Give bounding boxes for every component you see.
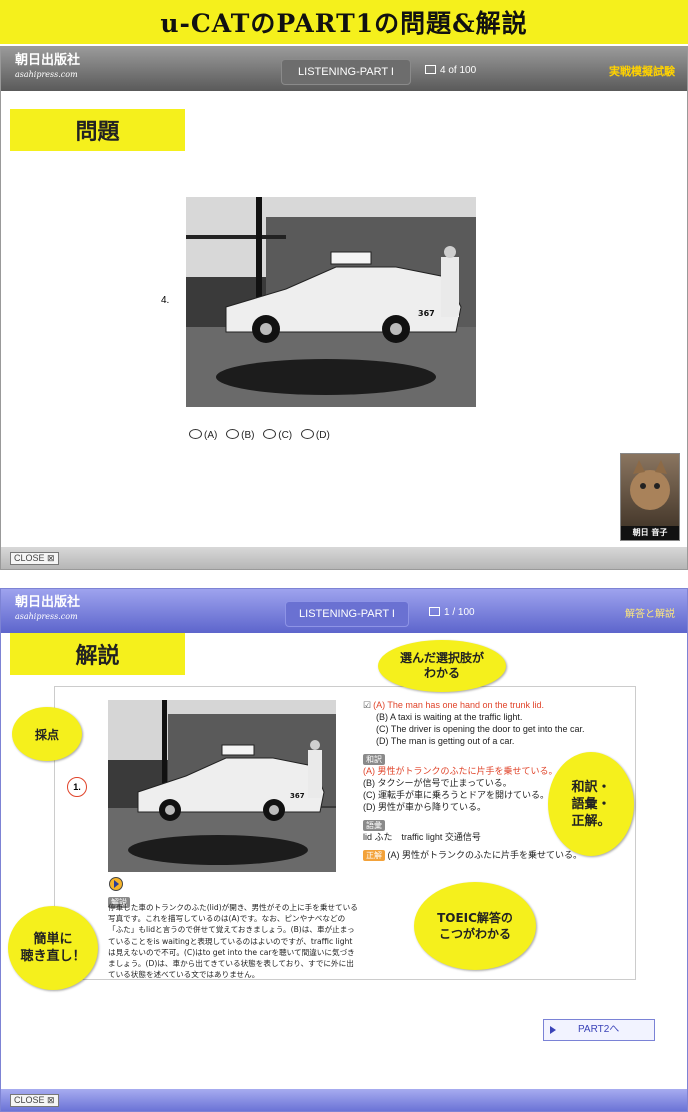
- callout-score: 採点: [12, 707, 82, 761]
- explanation-photo: 367: [108, 700, 336, 872]
- option-c[interactable]: (C): [263, 429, 292, 441]
- vocab-tag: 語彙: [363, 820, 385, 831]
- correct-text: (A) 男性がトランクのふたに片手を乗せている。: [387, 850, 583, 860]
- question-screen: 朝日出版社 asahipress.com LISTENING-PART I 4 o…: [0, 46, 688, 570]
- taxi-sign-text: 367: [418, 309, 435, 318]
- footer-bar: CLOSE ⊠: [1, 547, 687, 569]
- check-icon: ☑: [363, 700, 372, 710]
- option-b[interactable]: (B): [226, 429, 254, 441]
- callout-choice: 選んだ選択肢が わかる: [378, 640, 506, 692]
- tab-listening-part1[interactable]: LISTENING-PART I: [281, 59, 411, 85]
- taxi-sign-text: 367: [290, 792, 305, 800]
- footer-bar: CLOSE ⊠: [1, 1089, 687, 1111]
- mode-label: 実戦模擬試験: [609, 65, 675, 78]
- tab-listening-part1[interactable]: LISTENING-PART I: [285, 601, 409, 627]
- callout-toeic: TOEIC解答の こつがわかる: [414, 882, 536, 970]
- question-counter: 1 / 100: [429, 607, 475, 618]
- question-counter: 4 of 100: [425, 65, 476, 76]
- mode-label: 解答と解説: [625, 609, 675, 620]
- answer-c[interactable]: (C) The driver is opening the door to ge…: [363, 723, 631, 735]
- callout-replay: 簡単に 聴き直し！: [8, 906, 98, 990]
- page-icon: [425, 65, 436, 74]
- play-arrow-icon: [550, 1026, 556, 1034]
- replay-icon[interactable]: [109, 877, 123, 891]
- option-a[interactable]: (A): [189, 429, 217, 441]
- part2-button[interactable]: PART2へ: [543, 1019, 655, 1041]
- explanation-text: 停車した車のトランクのふた(lid)が開き、男性がその上に手を乗せている写真です…: [108, 903, 358, 980]
- answer-b[interactable]: (B) A taxi is waiting at the traffic lig…: [363, 711, 631, 723]
- answer-options: (A) (B) (C) (D): [189, 429, 336, 441]
- page-banner: u-CATのPART1の問題&解説: [0, 0, 688, 44]
- section-title: 問題: [10, 109, 185, 151]
- avatar: 朝日 音子: [620, 453, 680, 541]
- section-title: 解説: [10, 633, 185, 675]
- translation-tag: 和訳: [363, 754, 385, 765]
- correct-tag: 正解: [363, 850, 385, 861]
- question-number: 4.: [161, 295, 170, 306]
- banner-title: u-CATのPART1の問題&解説: [160, 9, 528, 38]
- header-bar: 朝日出版社 asahipress.com LISTENING-PART I 4 o…: [1, 47, 687, 91]
- answer-d[interactable]: (D) The man is getting out of a car.: [363, 735, 631, 747]
- close-button[interactable]: CLOSE ⊠: [10, 552, 59, 565]
- score-mark: 1.: [67, 777, 87, 797]
- explanation-panel: 367 1. ☑ (A) The man has one hand on the …: [54, 686, 636, 980]
- publisher-logo[interactable]: 朝日出版社 asahipress.com: [15, 596, 80, 623]
- header-bar: 朝日出版社 asahipress.com LISTENING-PART I 1 /…: [1, 589, 687, 633]
- option-d[interactable]: (D): [300, 429, 330, 441]
- callout-translation: 和訳・ 語彙・ 正解。: [548, 752, 634, 856]
- page-icon: [429, 607, 440, 616]
- avatar-name: 朝日 音子: [621, 526, 679, 540]
- publisher-logo[interactable]: 朝日出版社 asahipress.com: [15, 54, 80, 81]
- question-photo: 367: [186, 197, 476, 407]
- close-button[interactable]: CLOSE ⊠: [10, 1094, 59, 1107]
- answer-a[interactable]: ☑ (A) The man has one hand on the trunk l…: [363, 699, 631, 711]
